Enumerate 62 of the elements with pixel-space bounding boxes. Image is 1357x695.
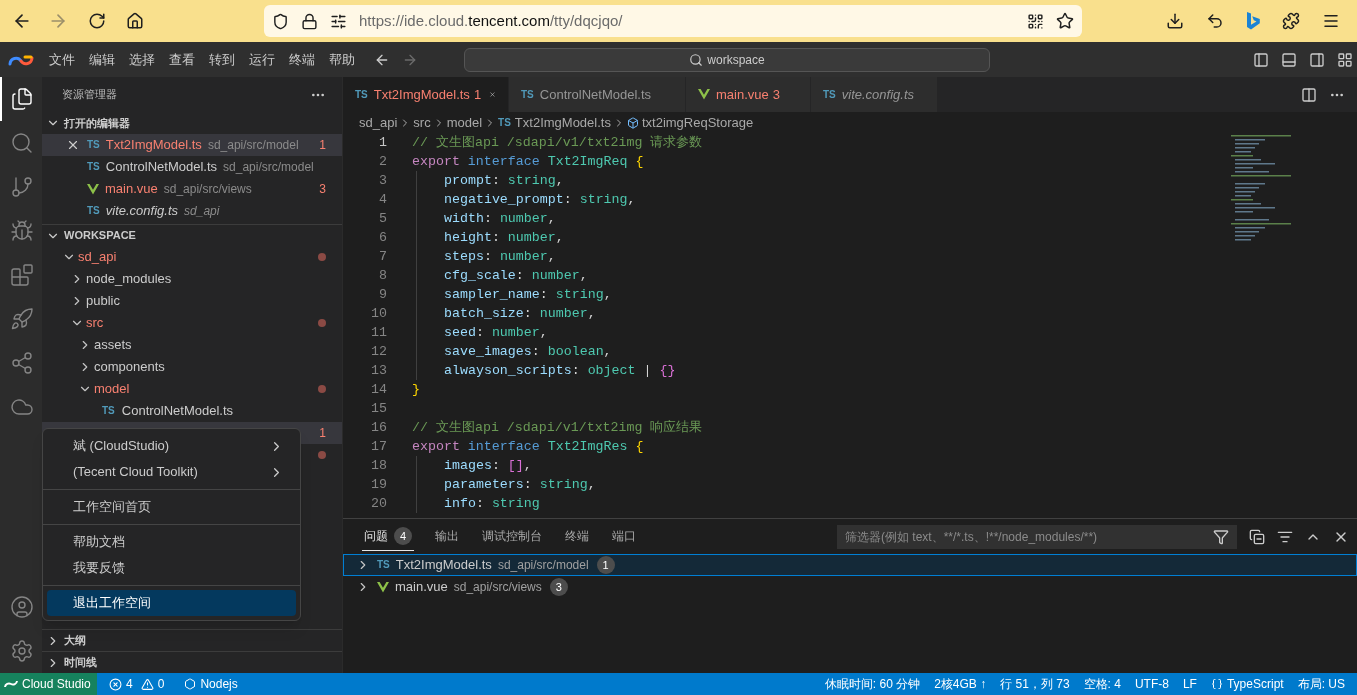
typescript-file-icon: TS [521, 89, 534, 100]
code-line: steps: number, [444, 247, 556, 266]
line-number: 2 [378, 152, 387, 171]
typescript-file-icon: TS [87, 162, 100, 172]
code-line: batch_size: number, [444, 304, 596, 323]
typescript-file-icon: TS [823, 89, 836, 100]
code-line: // 文生图api /sdapi/v1/txt2img 请求参数 [412, 133, 703, 152]
line-number: 4 [378, 190, 387, 209]
typescript-file-icon: TS [377, 560, 390, 570]
line-number: 15 [370, 399, 387, 418]
typescript-file-icon: TS [87, 206, 100, 216]
line-number: 17 [370, 437, 387, 456]
code-line: // 文生图api /sdapi/v1/txt2img 响应结果 [412, 418, 703, 437]
line-number: 14 [370, 380, 387, 399]
code-line: height: number, [444, 228, 564, 247]
tree-item-label: assets [94, 336, 132, 355]
line-number: 16 [370, 418, 387, 437]
count-badge: 1 [596, 556, 615, 574]
tree-item-label: src [86, 314, 104, 333]
line-number: 5 [378, 209, 387, 228]
tree-item-label: components [94, 358, 165, 377]
tree-item-label: node_modules [86, 270, 172, 289]
code-line: export interface Txt2ImgReq { [412, 152, 644, 171]
line-number: 20 [370, 494, 387, 513]
line-number: 18 [370, 456, 387, 475]
code-line: prompt: string, [444, 171, 564, 190]
problem-count: 1 [319, 425, 326, 442]
line-number: 13 [370, 361, 387, 380]
typescript-file-icon: TS [498, 117, 511, 128]
tree-item-label: ControlNetModel.ts [121, 402, 234, 421]
line-number: 12 [370, 342, 387, 361]
code-line: } [412, 380, 420, 399]
typescript-file-icon: TS [355, 89, 368, 100]
code-line: width: number, [444, 209, 556, 228]
code-line: seed: number, [444, 323, 548, 342]
code-line: export interface Txt2ImgRes { [412, 437, 644, 456]
url-text: https://ide.cloud.tencent.com/tty/dqcjqo/ [359, 10, 623, 31]
code-line: info: string [444, 494, 540, 513]
tree-item-label: public [86, 292, 120, 311]
code-line: images: [], [444, 456, 532, 475]
line-number: 1 [378, 133, 387, 152]
code-line: save_images: boolean, [444, 342, 612, 361]
typescript-file-icon: TS [102, 406, 115, 416]
count-badge: 3 [549, 578, 568, 596]
code-line: alwayson_scripts: object | {} [444, 361, 676, 380]
tree-item-label: model [94, 380, 130, 399]
code-line: parameters: string, [444, 475, 596, 494]
line-number: 11 [370, 323, 387, 342]
code-line: cfg_scale: number, [444, 266, 588, 285]
line-number: 8 [378, 266, 387, 285]
line-number: 10 [370, 304, 387, 323]
code-line: sampler_name: string, [444, 285, 612, 304]
count-badge: 4 [394, 527, 412, 545]
sidebar-title: 资源管理器 [62, 87, 117, 103]
line-number: 6 [378, 228, 387, 247]
typescript-file-icon: TS [87, 140, 100, 150]
line-number: 9 [378, 285, 387, 304]
line-number: 3 [378, 171, 387, 190]
line-number: 7 [378, 247, 387, 266]
code-line: negative_prompt: string, [444, 190, 636, 209]
line-number: 19 [370, 475, 387, 494]
tree-item-label: sd_api [78, 248, 117, 267]
